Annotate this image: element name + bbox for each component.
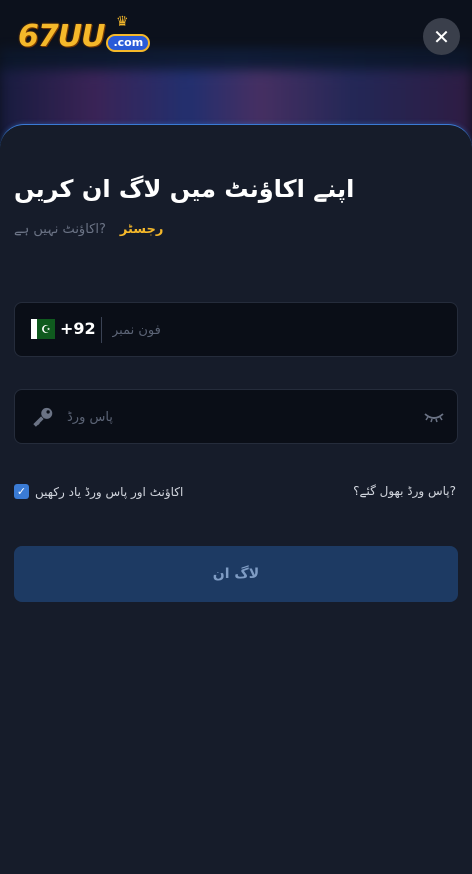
eye-closed-icon[interactable] xyxy=(424,410,444,424)
close-button[interactable]: ✕ xyxy=(423,18,460,55)
page-title: اپنے اکاؤنٹ میں لاگ ان کریں xyxy=(14,175,355,203)
country-code[interactable]: +92 xyxy=(60,319,96,338)
close-icon: ✕ xyxy=(433,24,450,49)
remember-checkbox[interactable]: ✓ xyxy=(14,484,29,499)
divider xyxy=(101,317,102,343)
login-page: 67UU .com ♛ ✕ اپنے اکاؤنٹ میں لاگ ان کری… xyxy=(0,0,472,874)
register-prompt: اکاؤنٹ نہیں ہے? رجسٹر xyxy=(14,222,163,237)
logo-domain: .com xyxy=(106,34,151,52)
register-link[interactable]: رجسٹر xyxy=(120,222,163,237)
logo-text: 67UU xyxy=(18,18,105,54)
crown-icon: ♛ xyxy=(116,14,129,30)
phone-input[interactable] xyxy=(110,303,444,358)
key-icon xyxy=(33,407,53,427)
pakistan-flag-icon[interactable]: ☪ xyxy=(31,319,55,339)
remember-me[interactable]: ✓ اکاؤنٹ اور پاس ورڈ یاد رکھیں xyxy=(14,484,183,499)
phone-field: ☪ +92 xyxy=(14,302,458,358)
crescent-icon: ☪ xyxy=(41,322,51,336)
login-button[interactable]: لاگ ان xyxy=(14,546,458,602)
password-field xyxy=(14,389,458,445)
password-input[interactable] xyxy=(65,390,409,445)
no-account-text: اکاؤنٹ نہیں ہے? xyxy=(14,222,106,237)
forgot-password-link[interactable]: پاس ورڈ بھول گئے؟? xyxy=(353,484,456,498)
check-icon: ✓ xyxy=(16,485,27,498)
remember-label: اکاؤنٹ اور پاس ورڈ یاد رکھیں xyxy=(35,484,184,499)
brand-logo: 67UU .com ♛ xyxy=(18,14,151,56)
